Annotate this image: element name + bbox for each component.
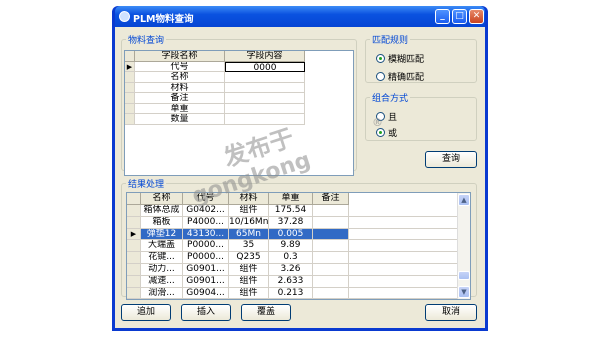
- result-cell: 润滑...: [141, 287, 183, 299]
- maximize-button[interactable]: □: [452, 9, 467, 24]
- result-cell: 组件: [229, 287, 269, 299]
- result-row[interactable]: 花键... P0000... Q235 0.3: [127, 252, 470, 264]
- result-cell: 大端盖: [141, 240, 183, 253]
- result-cell: G0901...: [183, 275, 229, 288]
- result-cell: Q235: [229, 252, 269, 264]
- query-row[interactable]: 材料: [125, 82, 353, 93]
- results-group: 结果处理 名称 代号 材料 单重 备注 箱体总成 G0402... 组件 175.54…: [121, 177, 477, 300]
- result-cell: [313, 216, 349, 229]
- fuzzy-match-radio[interactable]: 模糊匹配: [376, 52, 424, 65]
- header-remark[interactable]: 备注: [313, 193, 349, 205]
- result-cell: 组件: [229, 275, 269, 288]
- app-icon: [119, 11, 130, 22]
- scroll-up-icon[interactable]: ▲: [458, 194, 470, 206]
- query-button[interactable]: 查询: [425, 151, 477, 168]
- result-cell: 弹垫12: [141, 228, 183, 241]
- radio-selected-icon: [376, 128, 385, 137]
- result-cell: P4000...: [183, 216, 229, 229]
- result-cell: G0402...: [183, 205, 229, 217]
- match-rule-group: 匹配规则 模糊匹配 精确匹配: [365, 33, 477, 83]
- result-cell: P0000...: [183, 252, 229, 264]
- result-cell: 0.213: [269, 287, 313, 299]
- add-button[interactable]: 追加: [121, 304, 171, 321]
- minimize-button[interactable]: _: [435, 9, 450, 24]
- result-row[interactable]: 箱板 P4000... 10/16Mn 37.28: [127, 216, 470, 229]
- result-cell: 10/16Mn: [229, 216, 269, 229]
- combine-mode-legend: 组合方式: [372, 94, 409, 104]
- result-cell: [313, 275, 349, 288]
- result-cell: 65Mn: [229, 228, 269, 241]
- result-cell: [313, 205, 349, 217]
- query-row[interactable]: 备注: [125, 93, 353, 104]
- result-cell: G0901...: [183, 264, 229, 276]
- result-row[interactable]: 大端盖 P0000... 35 9.89: [127, 240, 470, 253]
- result-cell: [313, 287, 349, 299]
- result-cell: 花键...: [141, 252, 183, 264]
- header-field-name[interactable]: 字段名称: [135, 51, 225, 62]
- result-row[interactable]: 润滑... G0904... 组件 0.213: [127, 287, 470, 299]
- watermark-registered: ®: [372, 116, 383, 129]
- result-cell: 组件: [229, 264, 269, 276]
- overwrite-button[interactable]: 覆盖: [241, 304, 291, 321]
- result-cell: G0904...: [183, 287, 229, 299]
- result-cell: [313, 252, 349, 264]
- result-cell: 9.89: [269, 240, 313, 253]
- result-row[interactable]: 动力... G0901... 组件 3.26: [127, 264, 470, 276]
- result-cell: 2.633: [269, 275, 313, 288]
- result-cell: [313, 264, 349, 276]
- query-row[interactable]: 名称: [125, 72, 353, 83]
- result-cell: 0.005: [269, 228, 313, 241]
- results-grid[interactable]: 名称 代号 材料 单重 备注 箱体总成 G0402... 组件 175.54 箱板 P40…: [126, 192, 471, 300]
- result-cell: 减速...: [141, 275, 183, 288]
- result-cell: [313, 228, 349, 241]
- radio-icon: [376, 72, 385, 81]
- window-title: PLM物料查询: [133, 14, 194, 25]
- result-cell: 35: [229, 240, 269, 253]
- query-row[interactable]: 数量: [125, 114, 353, 125]
- results-legend: 结果处理: [128, 180, 165, 190]
- current-row-marker: ▶: [125, 61, 135, 72]
- header-unit-weight[interactable]: 单重: [269, 193, 313, 205]
- match-rule-legend: 匹配规则: [372, 36, 409, 46]
- cancel-button[interactable]: 取消: [425, 304, 477, 321]
- current-row-marker: ▶: [127, 228, 141, 241]
- result-row[interactable]: ▶ 弹垫12 43130... 65Mn 0.005: [127, 228, 470, 241]
- scroll-thumb[interactable]: [458, 271, 470, 280]
- result-cell: 37.28: [269, 216, 313, 229]
- scroll-down-icon[interactable]: ▼: [458, 286, 470, 298]
- radio-selected-icon: [376, 54, 385, 63]
- query-row[interactable]: ▶ 代号 0000: [125, 61, 353, 72]
- result-cell: 175.54: [269, 205, 313, 217]
- result-cell: 动力...: [141, 264, 183, 276]
- client-area: 物料查询 字段名称 字段内容 ▶ 代号 0000 名称 材料 备注 单重 数量 …: [115, 27, 485, 328]
- exact-match-radio[interactable]: 精确匹配: [376, 70, 424, 83]
- header-name[interactable]: 名称: [141, 193, 183, 205]
- result-cell: 组件: [229, 205, 269, 217]
- result-cell: [313, 240, 349, 253]
- title-bar[interactable]: PLM物料查询 _ □ ✕: [115, 6, 485, 27]
- result-row[interactable]: 箱体总成 G0402... 组件 175.54: [127, 205, 470, 217]
- result-cell: 0.3: [269, 252, 313, 264]
- result-cell: 43130...: [183, 228, 229, 241]
- result-cell: P0000...: [183, 240, 229, 253]
- close-button[interactable]: ✕: [469, 9, 484, 24]
- insert-button[interactable]: 插入: [181, 304, 231, 321]
- result-cell: 箱板: [141, 216, 183, 229]
- results-scrollbar[interactable]: ▲ ▼: [457, 193, 470, 299]
- result-cell: 3.26: [269, 264, 313, 276]
- header-field-value[interactable]: 字段内容: [225, 51, 305, 62]
- material-query-legend: 物料查询: [128, 36, 165, 46]
- field-value-input[interactable]: 0000: [225, 61, 305, 72]
- result-row[interactable]: 减速... G0901... 组件 2.633: [127, 275, 470, 288]
- query-row[interactable]: 单重: [125, 103, 353, 114]
- result-cell: 箱体总成: [141, 205, 183, 217]
